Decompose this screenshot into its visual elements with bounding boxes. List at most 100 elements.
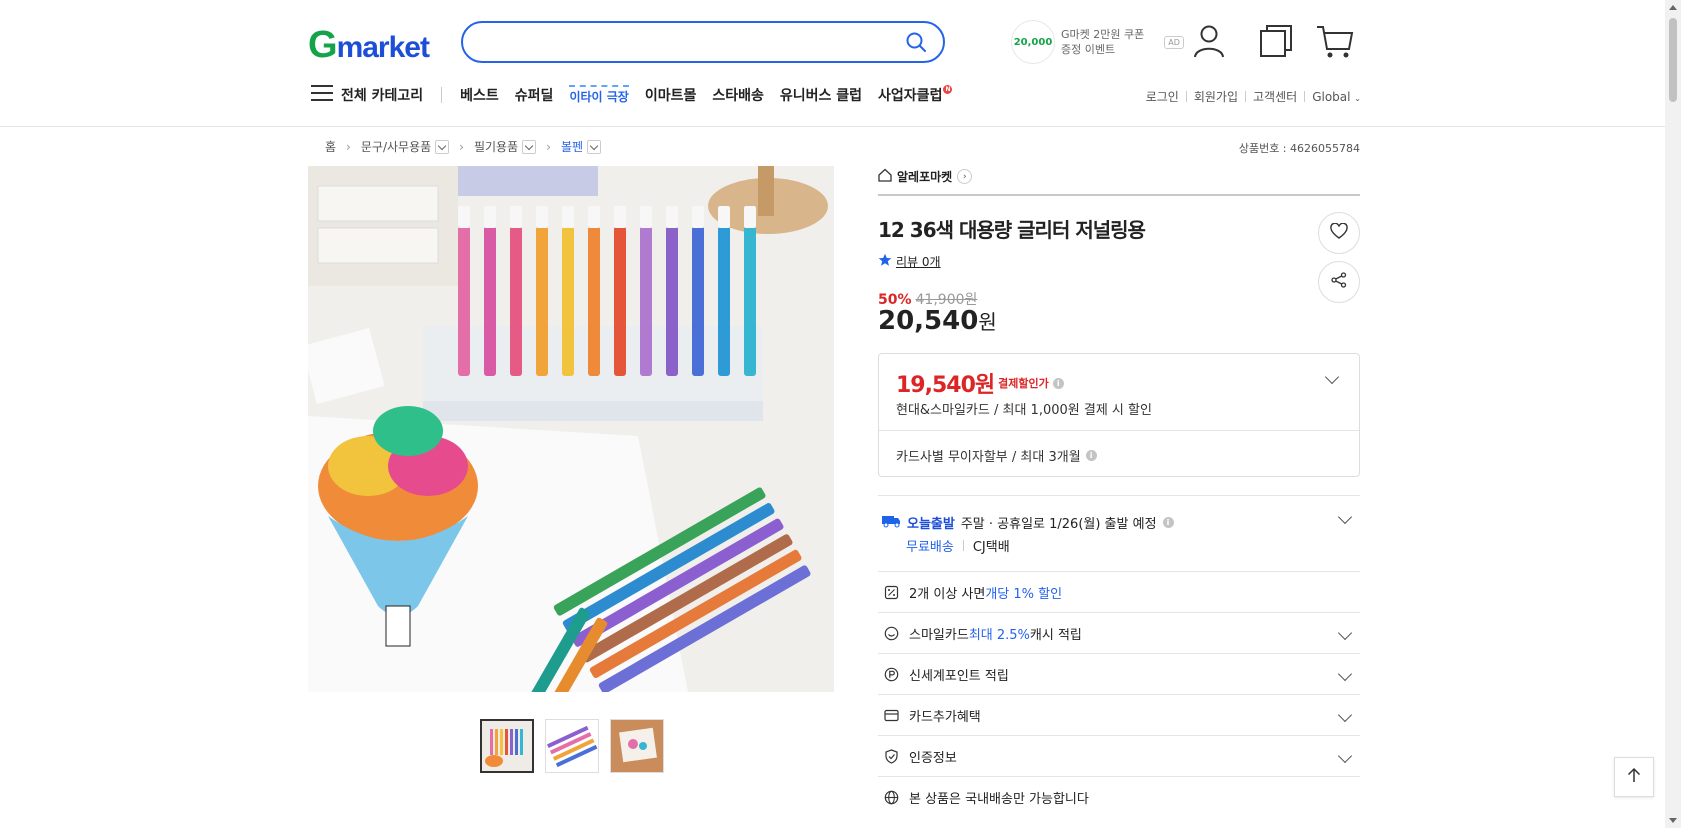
breadcrumb-dropdown[interactable] bbox=[587, 139, 602, 154]
user-icon[interactable] bbox=[1193, 24, 1225, 62]
coupon-promo-banner[interactable]: 20,000 G마켓 2만원 쿠폰 증정 이벤트 AD bbox=[1011, 20, 1184, 64]
page-scrollbar[interactable] bbox=[1665, 0, 1681, 828]
seller-name: 알레포마켓 bbox=[897, 170, 953, 184]
sale-price: 20,540원 bbox=[878, 306, 1360, 336]
thumbnail-2[interactable] bbox=[545, 719, 599, 773]
today-shipping-row: 오늘출발 주말 · 공휴일로 1/26(월) 출발 예정 i bbox=[881, 512, 1174, 532]
login-link[interactable]: 로그인 bbox=[1146, 88, 1179, 105]
chevron-down-icon[interactable] bbox=[1324, 369, 1340, 385]
nav-business-club[interactable]: 사업자클럽 N bbox=[878, 85, 953, 105]
global-label: Global bbox=[1312, 89, 1351, 104]
shield-check-icon bbox=[881, 748, 901, 764]
today-shipping-desc: 주말 · 공휴일로 1/26(월) 출발 예정 bbox=[960, 516, 1157, 532]
breadcrumb-home[interactable]: 홈 bbox=[325, 138, 336, 155]
card-divider bbox=[879, 430, 1359, 431]
nav-business-club-label: 사업자클럽 bbox=[878, 88, 943, 104]
nav-star-delivery[interactable]: 스타배송 bbox=[712, 85, 764, 105]
logo-g: G bbox=[308, 24, 338, 66]
breadcrumb-writing[interactable]: 필기용품 bbox=[474, 138, 518, 155]
search-input[interactable] bbox=[481, 31, 881, 53]
utility-links: 로그인 회원가입 고객센터 Global ⌄ bbox=[1146, 88, 1361, 105]
nav-promo-theater[interactable]: 이타이 극장 bbox=[569, 85, 629, 105]
nav-best[interactable]: 베스트 bbox=[460, 85, 499, 105]
fast-delivery-icon bbox=[881, 512, 901, 532]
search-box[interactable] bbox=[461, 21, 945, 63]
wishlist-button[interactable] bbox=[1318, 212, 1360, 254]
breadcrumb-dropdown[interactable] bbox=[435, 139, 450, 154]
thumbnail-3[interactable] bbox=[610, 719, 664, 773]
nav-emart[interactable]: 이마트몰 bbox=[645, 85, 697, 105]
smilecard-cashback-row[interactable]: 스마일카드 최대 2.5% 캐시 적립 bbox=[878, 612, 1360, 653]
scroll-down-arrow[interactable] bbox=[1669, 818, 1677, 823]
logo-market: market bbox=[336, 31, 430, 64]
benefit-text: 카드추가혜택 bbox=[909, 709, 981, 725]
global-link[interactable]: Global ⌄ bbox=[1312, 90, 1361, 104]
info-icon[interactable]: i bbox=[1085, 450, 1097, 461]
breadcrumb-stationery[interactable]: 문구/사무용품 bbox=[361, 138, 431, 155]
benefit-highlight: 개당 1% 할인 bbox=[985, 586, 1063, 602]
card-discount-box: 19,540원 결제할인가 i 현대&스마일카드 / 최대 1,000원 결제 … bbox=[878, 353, 1360, 477]
free-shipping-label: 무료배송 bbox=[906, 540, 954, 555]
review-summary: 리뷰 0개 bbox=[878, 253, 1360, 270]
chevron-down-icon bbox=[1337, 666, 1353, 682]
benefit-text-post: 캐시 적립 bbox=[1029, 627, 1082, 643]
today-shipping-label: 오늘출발 bbox=[907, 516, 955, 532]
shipping-details: 무료배송 CJ택배 bbox=[906, 536, 1010, 555]
scroll-up-arrow[interactable] bbox=[1669, 5, 1677, 10]
chevron-down-icon: ⌄ bbox=[1354, 93, 1361, 103]
search-icon[interactable] bbox=[905, 31, 927, 57]
carrier-label: CJ택배 bbox=[972, 540, 1010, 555]
customer-center-link[interactable]: 고객센터 bbox=[1253, 88, 1297, 105]
bulk-discount-row: 2개 이상 사면 개당 1% 할인 bbox=[878, 571, 1360, 612]
shinsegae-point-row[interactable]: 신세계포인트 적립 bbox=[878, 653, 1360, 694]
product-title: 12 36색 대용량 글리터 저널링용 bbox=[878, 218, 1146, 242]
store-home-icon bbox=[878, 168, 892, 185]
percent-tag-icon bbox=[881, 585, 901, 600]
ship-divider bbox=[962, 540, 964, 551]
gmarket-logo[interactable]: Gmarket bbox=[308, 24, 430, 67]
nav-divider bbox=[441, 87, 443, 103]
recent-items-icon[interactable] bbox=[1259, 24, 1293, 62]
installment-text: 카드사별 무이자할부 / 최대 3개월 bbox=[896, 450, 1081, 465]
product-main-image[interactable] bbox=[308, 166, 834, 692]
chevron-down-icon[interactable] bbox=[1337, 509, 1353, 525]
card-icon bbox=[881, 709, 901, 722]
ad-label: AD bbox=[1164, 35, 1184, 49]
breadcrumb-dropdown[interactable] bbox=[522, 139, 537, 154]
smile-icon bbox=[881, 626, 901, 641]
scrollbar-thumb[interactable] bbox=[1669, 18, 1677, 102]
nav-superdeal[interactable]: 슈퍼딜 bbox=[515, 85, 554, 105]
benefit-text: 신세계포인트 적립 bbox=[909, 668, 1009, 684]
util-divider bbox=[1245, 91, 1247, 102]
card-extra-benefit-row[interactable]: 카드추가혜택 bbox=[878, 694, 1360, 735]
installment-info: 카드사별 무이자할부 / 최대 3개월 i bbox=[896, 446, 1097, 465]
chevron-down-icon bbox=[1337, 707, 1353, 723]
domestic-shipping-row: 본 상품은 국내배송만 가능합니다 bbox=[878, 776, 1360, 817]
cart-icon[interactable] bbox=[1316, 24, 1354, 64]
benefit-text: 인증정보 bbox=[909, 750, 957, 766]
heart-icon bbox=[1330, 222, 1348, 243]
seller-link[interactable]: 알레포마켓 › bbox=[878, 168, 1360, 185]
new-badge: N bbox=[943, 85, 953, 94]
chevron-right-icon: › bbox=[957, 169, 973, 184]
certification-row[interactable]: 인증정보 bbox=[878, 735, 1360, 776]
review-link[interactable]: 리뷰 0개 bbox=[896, 253, 941, 270]
all-categories-label: 전체 카테고리 bbox=[341, 88, 424, 104]
signup-link[interactable]: 회원가입 bbox=[1194, 88, 1238, 105]
product-number: 상품번호 : 4626055784 bbox=[1238, 142, 1360, 155]
thumbnail-1[interactable] bbox=[480, 719, 534, 773]
back-to-top-button[interactable] bbox=[1614, 757, 1654, 797]
star-icon bbox=[878, 253, 892, 270]
all-categories-button[interactable]: 전체 카테고리 bbox=[311, 84, 423, 106]
main-nav: 전체 카테고리 베스트 슈퍼딜 이타이 극장 이마트몰 스타배송 유니버스 클럽… bbox=[311, 84, 968, 106]
benefit-highlight: 최대 2.5% bbox=[968, 627, 1030, 643]
coupon-badge: 20,000 bbox=[1011, 20, 1055, 64]
chevron-right-icon: › bbox=[459, 139, 464, 154]
info-icon[interactable]: i bbox=[1052, 377, 1064, 389]
card-price-row[interactable]: 19,540원 결제할인가 i bbox=[896, 367, 1064, 399]
info-icon[interactable]: i bbox=[1162, 516, 1174, 528]
point-icon bbox=[881, 667, 901, 682]
nav-universe-club[interactable]: 유니버스 클럽 bbox=[780, 85, 862, 105]
seller-divider bbox=[878, 194, 1360, 196]
breadcrumb-ballpen[interactable]: 볼펜 bbox=[561, 138, 583, 155]
